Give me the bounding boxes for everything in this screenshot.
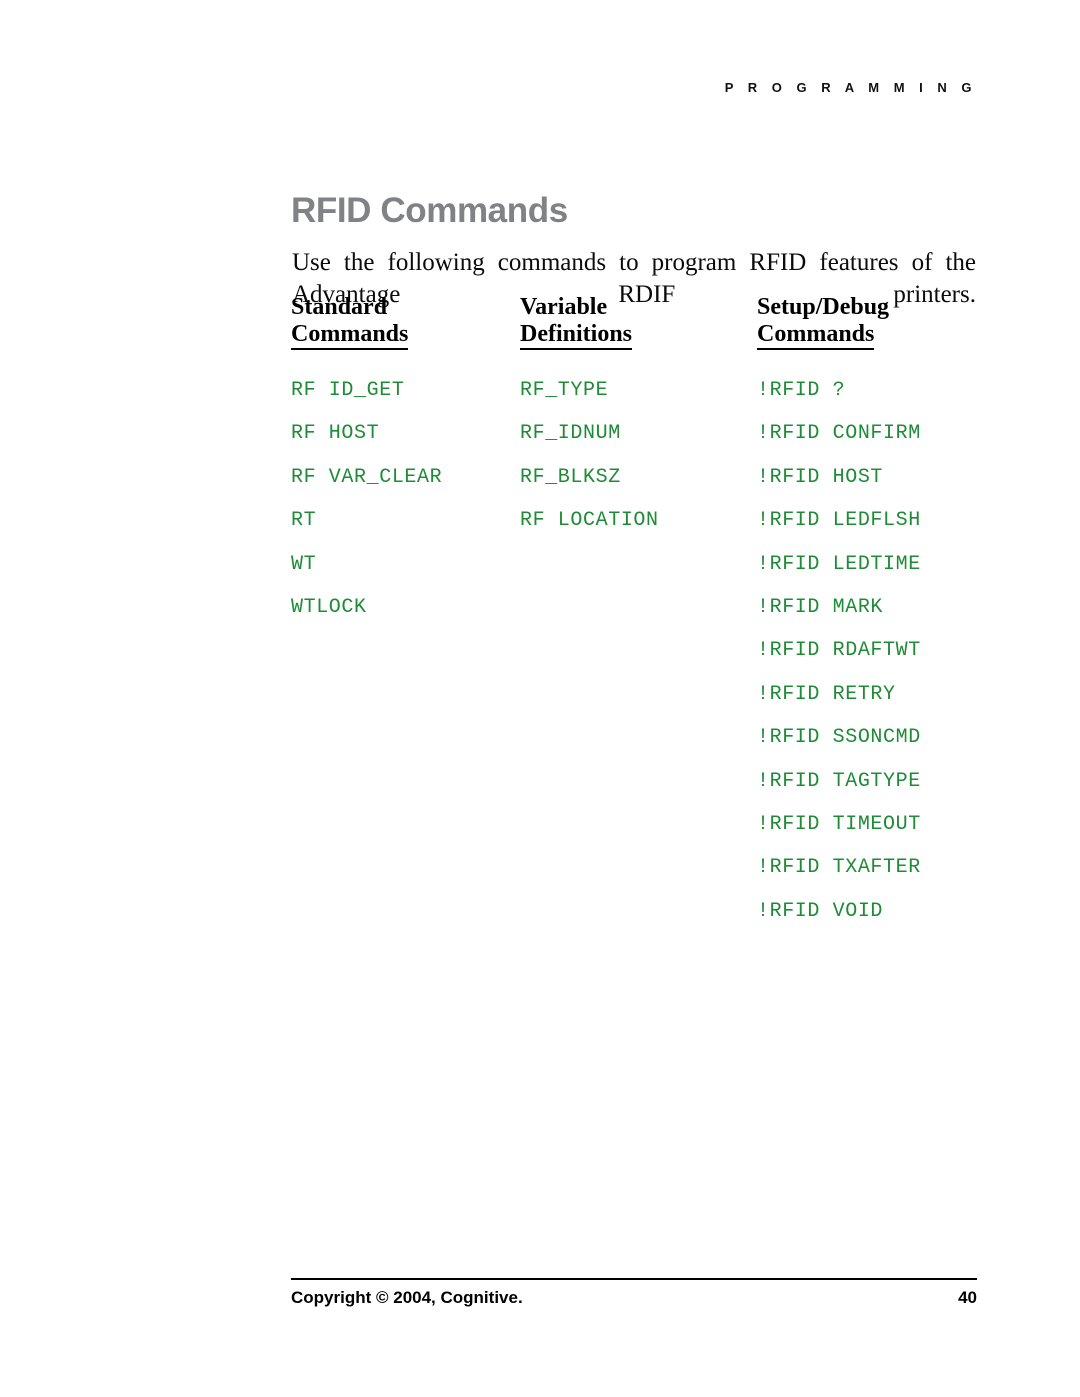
command-item: RF HOST	[291, 422, 380, 446]
command-column-standard: Standard Commands RF ID_GET RF HOST RF V…	[291, 294, 520, 629]
column-header-line-2: Definitions	[520, 321, 633, 350]
column-header-line-1: Standard	[291, 294, 388, 320]
running-head: P R O G R A M M I N G	[724, 80, 977, 95]
command-list-setup-debug: !RFID ? !RFID CONFIRM !RFID HOST !RFID L…	[757, 369, 977, 933]
footer-divider	[291, 1278, 977, 1280]
command-column-setup-debug: Setup/Debug Commands !RFID ? !RFID CONFI…	[757, 294, 977, 933]
command-item: RF LOCATION	[520, 509, 659, 533]
command-item: !RFID SSONCMD	[757, 726, 921, 750]
command-item: RT	[291, 509, 317, 533]
command-item: !RFID ?	[757, 379, 846, 402]
command-item: RF VAR_CLEAR	[291, 465, 443, 489]
command-item: !RFID RETRY	[757, 682, 896, 706]
page-footer: Copyright © 2004, Cognitive. 40	[291, 1288, 977, 1308]
command-item: !RFID LEDTIME	[757, 552, 921, 576]
command-columns: Standard Commands RF ID_GET RF HOST RF V…	[291, 294, 977, 933]
column-header-line-1: Variable	[520, 294, 608, 320]
command-item: !RFID TIMEOUT	[757, 813, 921, 837]
command-list-variable: RF_TYPE RF_IDNUM RF_BLKSZ RF LOCATION	[520, 369, 757, 543]
command-item: !RFID HOST	[757, 465, 884, 489]
column-header-setup-debug: Setup/Debug Commands	[757, 294, 977, 350]
page-title: RFID Commands	[291, 191, 568, 231]
command-item: !RFID RDAFTWT	[757, 639, 921, 663]
command-item: !RFID TAGTYPE	[757, 769, 921, 793]
command-item: !RFID TXAFTER	[757, 856, 921, 880]
command-item: WT	[291, 552, 317, 576]
column-header-variable: Variable Definitions	[520, 294, 757, 350]
column-header-line-1: Setup/Debug	[757, 294, 890, 320]
command-item: RF_IDNUM	[520, 422, 621, 446]
column-header-line-2: Commands	[757, 321, 875, 350]
command-item: !RFID CONFIRM	[757, 422, 921, 446]
command-item: !RFID LEDFLSH	[757, 509, 921, 533]
column-header-standard: Standard Commands	[291, 294, 520, 350]
command-item: RF_BLKSZ	[520, 465, 621, 489]
footer-page-number: 40	[958, 1288, 977, 1307]
column-header-line-2: Commands	[291, 321, 409, 350]
command-item: RF ID_GET	[291, 379, 405, 402]
command-column-variable: Variable Definitions RF_TYPE RF_IDNUM RF…	[520, 294, 757, 543]
command-item: WTLOCK	[291, 596, 367, 620]
command-table: Standard Commands RF ID_GET RF HOST RF V…	[291, 294, 977, 933]
footer-copyright: Copyright © 2004, Cognitive.	[291, 1288, 523, 1307]
command-item: RF_TYPE	[520, 379, 609, 402]
command-item: !RFID MARK	[757, 596, 884, 620]
command-list-standard: RF ID_GET RF HOST RF VAR_CLEAR RT WT WTL…	[291, 369, 520, 629]
command-item: !RFID VOID	[757, 899, 884, 923]
